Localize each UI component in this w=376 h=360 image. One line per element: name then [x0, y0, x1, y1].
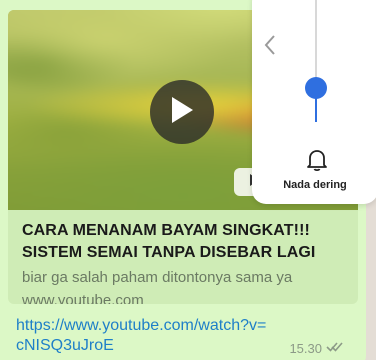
message-link-line[interactable]: https://www.youtube.com/watch?v=: [16, 316, 336, 336]
preview-title-line: CARA MENANAM BAYAM SINGKAT!!!: [22, 222, 310, 239]
volume-slider-thumb[interactable]: [305, 76, 327, 99]
message-link[interactable]: https://www.youtube.com/watch?v= cNISQ3u…: [16, 316, 336, 356]
bell-icon[interactable]: [306, 148, 328, 172]
volume-panel: Nada dering: [252, 0, 376, 204]
message-link-line[interactable]: cNISQ3uJroE: [16, 336, 336, 356]
play-button[interactable]: [150, 80, 214, 144]
preview-domain: www.youtube.com: [22, 292, 144, 304]
preview-title-line: SISTEM SEMAI TANPA DISEBAR LAGI: [22, 244, 316, 261]
volume-slider-track[interactable]: [315, 0, 317, 122]
volume-back-button[interactable]: [258, 30, 282, 64]
play-icon: [169, 96, 195, 129]
preview-description: biar ga salah paham ditontonya sama ya: [22, 269, 293, 286]
volume-mode-label: Nada dering: [283, 179, 347, 191]
preview-title: CARA MENANAM BAYAM SINGKAT!!! SISTEM SEM…: [22, 220, 358, 264]
chat-screen: CARA MENANAM BAYAM SINGKAT!!! SISTEM SEM…: [0, 0, 376, 360]
message-time: 15.30: [289, 341, 322, 356]
chevron-left-icon: [263, 34, 277, 61]
message-meta: 15.30: [289, 341, 344, 356]
double-check-icon: [326, 341, 344, 356]
